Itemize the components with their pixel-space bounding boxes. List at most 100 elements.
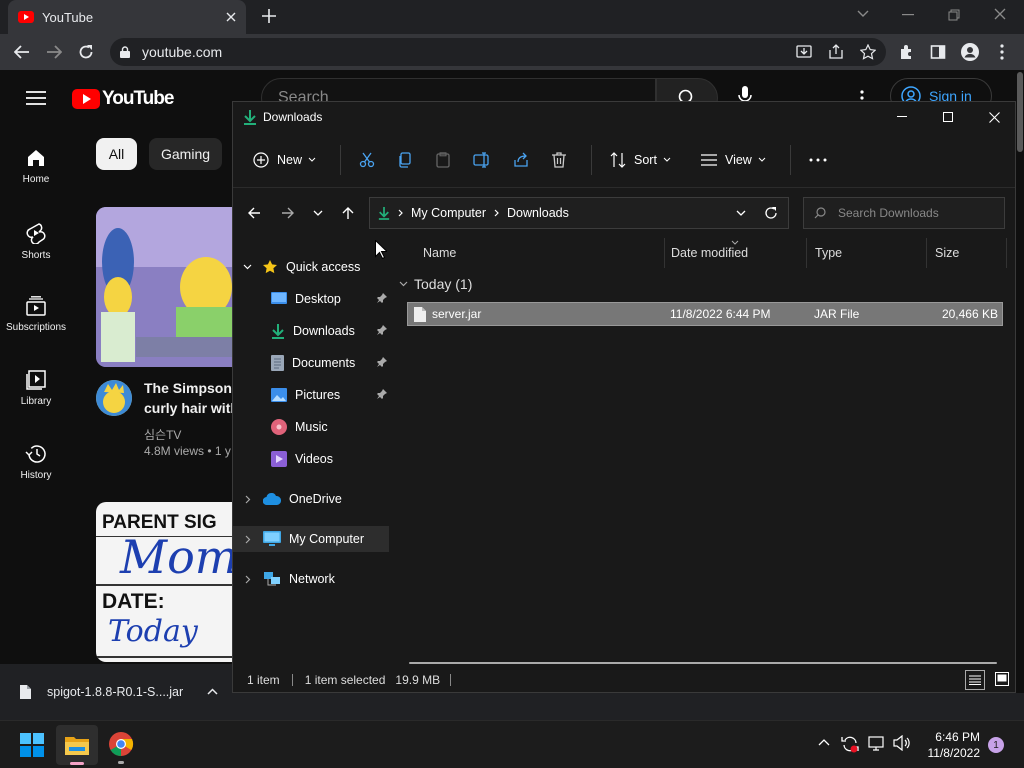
nav-music[interactable]: Music [233, 414, 389, 440]
pin-icon[interactable] [377, 357, 387, 367]
nav-downloads[interactable]: Downloads [233, 318, 389, 344]
bookmark-star-icon[interactable] [860, 44, 876, 60]
column-header-name[interactable]: Name [415, 238, 665, 268]
minimize-icon[interactable] [902, 14, 914, 16]
yt-nav-home[interactable]: Home [0, 148, 72, 185]
explorer-close-icon[interactable] [971, 102, 1017, 132]
chrome-taskbar-icon[interactable] [108, 731, 134, 764]
video-channel-name[interactable]: 심슨TV [144, 426, 181, 443]
windows-start-icon[interactable] [20, 733, 44, 757]
group-header-today[interactable]: Today (1) [399, 276, 472, 292]
network-monitor-icon[interactable] [868, 736, 886, 752]
address-history-chevron-icon[interactable] [736, 210, 746, 216]
address-bar[interactable]: youtube.com [110, 38, 886, 66]
youtube-logo[interactable]: YouTube [72, 88, 174, 110]
nav-videos[interactable]: Videos [233, 446, 389, 472]
chip-gaming[interactable]: Gaming [149, 138, 223, 170]
explorer-forward-icon[interactable] [281, 206, 295, 220]
yt-nav-subscriptions[interactable]: Subscriptions [0, 296, 72, 333]
copy-button[interactable] [389, 144, 421, 176]
expand-chevron-right-icon[interactable] [245, 535, 251, 544]
column-label: Name [423, 246, 457, 260]
explorer-title-bar[interactable]: Downloads [233, 102, 1015, 132]
install-app-icon[interactable] [796, 44, 812, 60]
chip-all[interactable]: All [96, 138, 137, 170]
close-tab-icon[interactable] [226, 12, 236, 22]
expand-chevron-down-icon[interactable] [243, 264, 252, 270]
sort-button[interactable]: Sort [602, 144, 679, 176]
scrollbar-thumb[interactable] [1017, 72, 1023, 152]
chevron-up-icon[interactable] [207, 688, 218, 695]
forward-arrow-icon[interactable] [38, 36, 70, 68]
nav-desktop[interactable]: Desktop [233, 286, 389, 312]
back-arrow-icon[interactable] [6, 36, 38, 68]
view-button[interactable]: View [693, 144, 774, 176]
channel-avatar[interactable] [96, 380, 132, 416]
chrome-download-item[interactable]: spigot-1.8.8-R0.1-S....jar [0, 664, 232, 720]
explorer-minimize-icon[interactable] [879, 102, 925, 132]
browser-tab[interactable]: YouTube [8, 0, 246, 34]
column-header-type[interactable]: Type [807, 238, 927, 268]
delete-button[interactable] [543, 144, 575, 176]
horizontal-scrollbar[interactable] [409, 662, 997, 664]
extensions-puzzle-icon[interactable] [890, 36, 922, 68]
reload-icon[interactable] [70, 36, 102, 68]
file-row[interactable]: server.jar 11/8/2022 6:44 PM JAR File 20… [407, 302, 1003, 326]
share-icon[interactable] [828, 44, 844, 60]
sync-alert-icon[interactable] [841, 735, 859, 753]
profile-icon[interactable] [954, 36, 986, 68]
yt-nav-shorts[interactable]: Shorts [0, 222, 72, 261]
details-view-icon[interactable] [965, 670, 985, 690]
large-icons-view-icon[interactable] [995, 672, 1009, 686]
explorer-search-input[interactable]: Search Downloads [803, 197, 1005, 229]
pin-icon[interactable] [377, 389, 387, 399]
video-thumbnail-parent-signature[interactable]: PARENT SIG Mom DATE: Today [96, 502, 232, 662]
close-window-icon[interactable] [994, 8, 1006, 20]
file-explorer-taskbar-button[interactable] [56, 725, 98, 765]
address-path-bar[interactable]: My Computer Downloads [369, 197, 789, 229]
breadcrumb-downloads[interactable]: Downloads [507, 206, 569, 220]
notification-badge[interactable]: 1 [988, 737, 1004, 753]
nav-onedrive[interactable]: OneDrive [233, 486, 389, 512]
paste-button[interactable] [427, 144, 459, 176]
video-title[interactable]: The Simpsons curly hair with [144, 378, 240, 418]
cut-button[interactable] [351, 144, 383, 176]
page-scrollbar[interactable] [1016, 70, 1024, 664]
tab-search-chevron-icon[interactable] [856, 9, 870, 19]
show-hidden-icons-chevron-icon[interactable] [818, 739, 830, 746]
chevron-down-icon [663, 157, 671, 162]
video-thumbnail-simpsons[interactable] [96, 207, 232, 367]
share-button[interactable] [505, 144, 537, 176]
nav-pictures[interactable]: Pictures [233, 382, 389, 408]
new-tab-icon[interactable] [262, 9, 276, 23]
hamburger-menu-icon[interactable] [26, 90, 46, 106]
rename-button[interactable] [465, 144, 499, 176]
explorer-maximize-icon[interactable] [925, 102, 971, 132]
more-options-button[interactable] [801, 144, 835, 176]
yt-nav-history[interactable]: History [0, 444, 72, 481]
refresh-icon[interactable] [764, 206, 778, 220]
column-header-size[interactable]: Size [927, 238, 1007, 268]
nav-documents[interactable]: Documents [233, 350, 389, 376]
nav-quick-access[interactable]: Quick access [233, 254, 389, 280]
up-arrow-icon[interactable] [341, 206, 355, 220]
expand-chevron-right-icon[interactable] [245, 495, 251, 504]
yt-nav-library[interactable]: Library [0, 370, 72, 407]
nav-label: Pictures [295, 388, 341, 402]
recent-locations-chevron-icon[interactable] [313, 210, 323, 216]
search-icon [814, 207, 826, 219]
nav-network[interactable]: Network [233, 566, 389, 592]
nav-my-computer[interactable]: My Computer [233, 526, 389, 552]
volume-speaker-icon[interactable] [893, 735, 911, 751]
system-clock[interactable]: 6:46 PM 11/8/2022 [916, 729, 981, 761]
pin-icon[interactable] [377, 325, 387, 335]
restore-icon[interactable] [948, 9, 960, 21]
breadcrumb-my-computer[interactable]: My Computer [411, 206, 486, 220]
chrome-menu-icon[interactable] [986, 36, 1018, 68]
pin-icon[interactable] [377, 293, 387, 303]
explorer-back-icon[interactable] [247, 206, 261, 220]
new-button[interactable]: New [245, 144, 324, 176]
side-panel-icon[interactable] [922, 36, 954, 68]
expand-chevron-right-icon[interactable] [245, 575, 251, 584]
column-header-date-modified[interactable]: Date modified [663, 238, 807, 268]
